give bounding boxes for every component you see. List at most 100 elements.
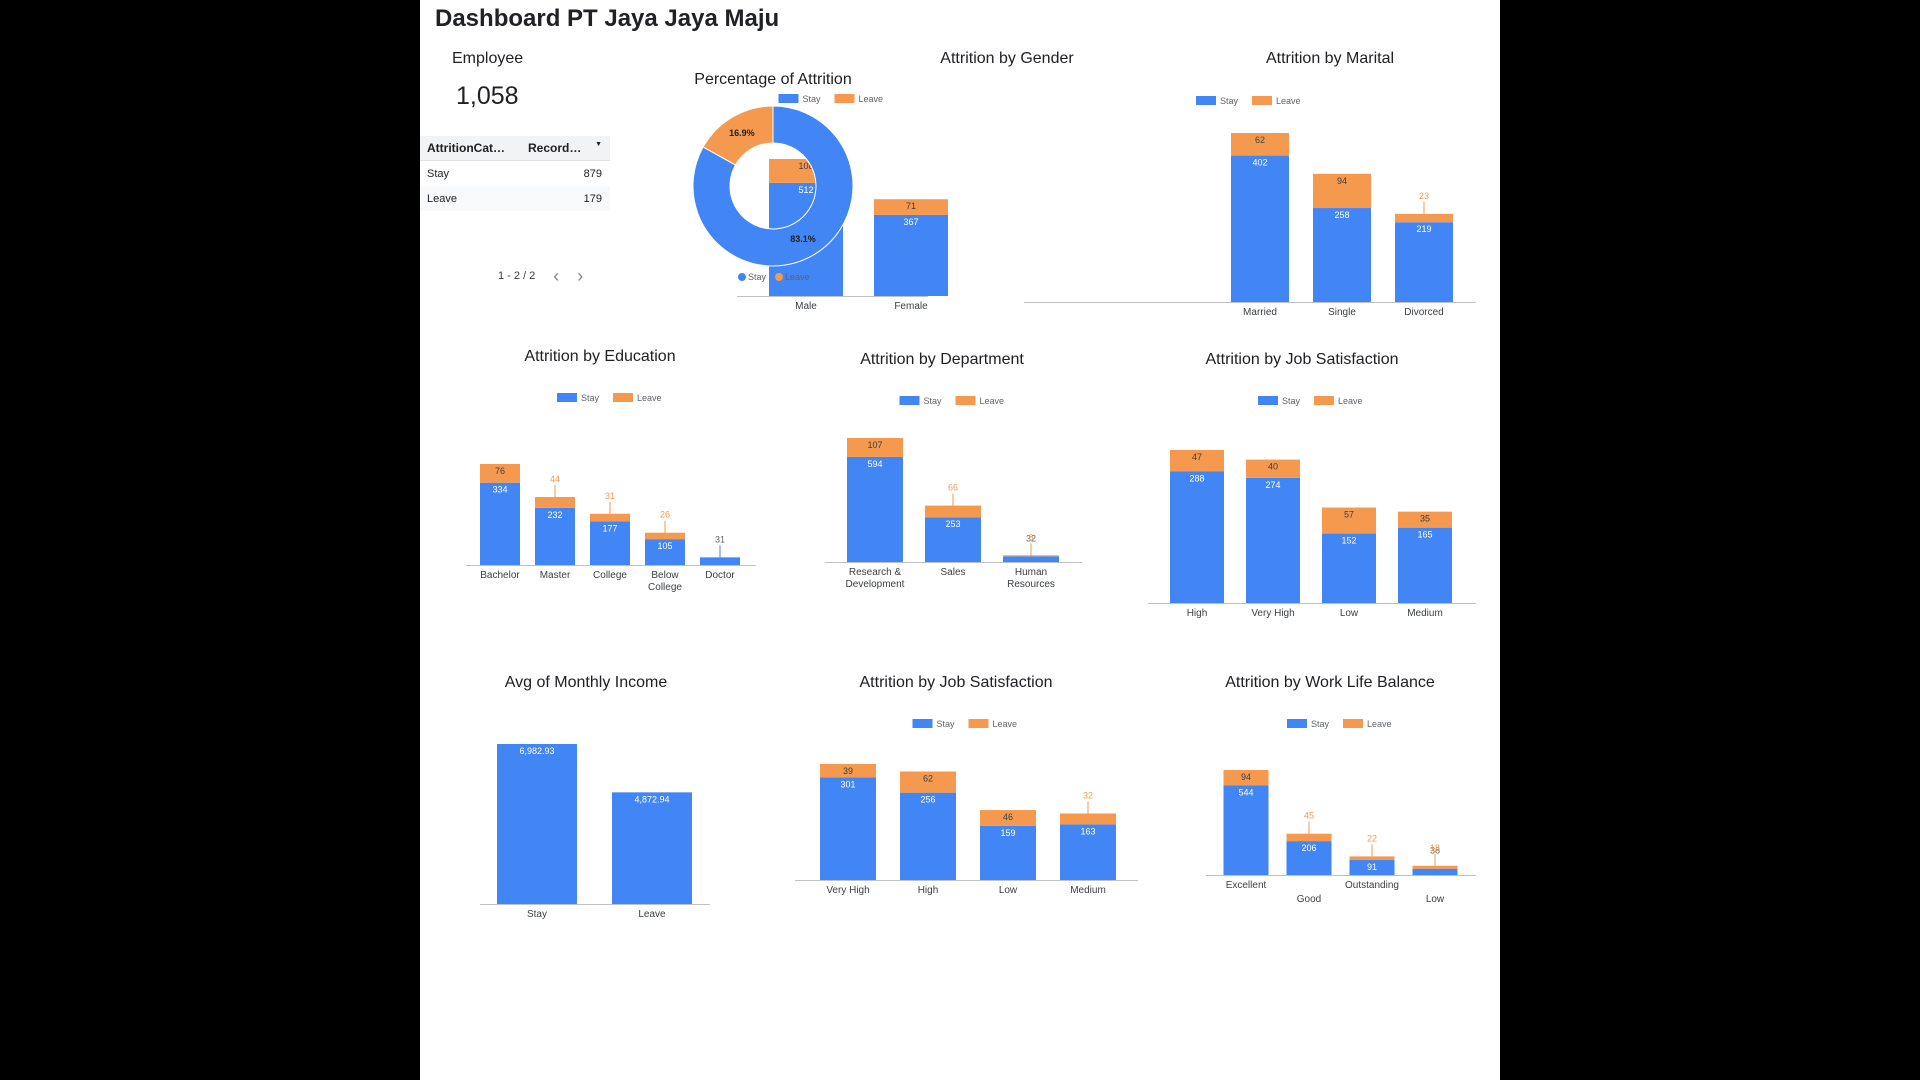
legend-dot-leave <box>775 273 783 281</box>
x-tick-label: Sales <box>940 567 965 578</box>
bar <box>612 792 692 904</box>
legend-swatch-stay <box>1196 96 1216 105</box>
legend-swatch-leave <box>1314 396 1334 405</box>
data-label: 39 <box>843 766 853 776</box>
data-label: 301 <box>840 779 855 789</box>
legend-swatch-leave <box>613 393 633 402</box>
data-label: 18 <box>1430 843 1440 853</box>
data-label: 219 <box>1416 224 1431 234</box>
data-label: 91 <box>1367 862 1377 872</box>
chart-legend: Stay Leave <box>1287 719 1392 729</box>
bar-segment-leave <box>925 505 981 518</box>
data-label: 44 <box>550 474 560 484</box>
data-label: 31 <box>715 534 725 544</box>
data-label: 4,872.94 <box>634 794 669 804</box>
bar-segment-stay <box>480 482 520 565</box>
legend-swatch-leave <box>968 719 989 728</box>
x-tick-label: College <box>648 582 682 593</box>
x-tick-label: Low <box>1426 894 1445 905</box>
legend-swatch-stay <box>557 393 577 402</box>
x-tick-label: Female <box>894 301 928 312</box>
bar-segment-stay <box>847 456 903 562</box>
x-tick-label: Divorced <box>1404 307 1443 318</box>
legend-swatch-leave <box>1343 719 1363 728</box>
bar-segment-stay <box>1223 785 1269 875</box>
legend-dot-stay <box>738 273 746 281</box>
x-tick-label: Bachelor <box>480 570 520 581</box>
data-label: 288 <box>1189 473 1204 483</box>
chart-legend: Stay Leave <box>557 393 662 403</box>
bar-segment-leave <box>1003 555 1059 557</box>
data-label: 206 <box>1301 843 1316 853</box>
data-label: 94 <box>1241 772 1251 782</box>
legend-label-stay: Stay <box>1311 719 1330 729</box>
data-label: 26 <box>660 510 670 520</box>
data-label: 253 <box>945 519 960 529</box>
legend-swatch-leave <box>955 396 976 405</box>
data-label: 94 <box>1337 176 1347 186</box>
donut-percent-label: 16.9% <box>729 128 755 138</box>
data-label: 71 <box>906 201 916 211</box>
data-label: 45 <box>1304 811 1314 821</box>
bar-segment-leave <box>645 532 685 540</box>
x-tick-label: Low <box>999 885 1018 896</box>
data-label: 177 <box>602 523 617 533</box>
data-label: 163 <box>1080 826 1095 836</box>
data-label: 31 <box>605 491 615 501</box>
data-label: 594 <box>867 459 882 469</box>
data-label: 47 <box>1192 452 1202 462</box>
data-label: 274 <box>1265 480 1280 490</box>
legend-label-stay: Stay <box>581 393 600 403</box>
data-label: 57 <box>1344 510 1354 520</box>
data-label: 512 <box>798 185 813 195</box>
data-label: 76 <box>495 466 505 476</box>
data-label: 258 <box>1334 210 1349 220</box>
data-label: 402 <box>1252 158 1267 168</box>
data-label: 367 <box>903 217 918 227</box>
x-tick-label: Very High <box>1251 608 1294 619</box>
legend-label-leave: Leave <box>637 393 662 403</box>
bar-segment-stay <box>820 777 876 880</box>
legend-label-stay: Stay <box>937 719 956 729</box>
bar-segment-leave <box>1060 813 1116 825</box>
charts-canvas: Stay Leave512108Male36771FemaleStay Leave4… <box>466 94 1476 920</box>
data-label: 544 <box>1238 787 1253 797</box>
x-tick-label: Doctor <box>705 570 735 581</box>
x-tick-label: Resources <box>1007 579 1055 590</box>
x-tick-label: Medium <box>1407 608 1443 619</box>
legend-label-leave: Leave <box>980 396 1005 406</box>
bar-segment-stay <box>1231 155 1289 302</box>
x-tick-label: Married <box>1243 307 1277 318</box>
data-label: 22 <box>1367 833 1377 843</box>
legend-swatch-stay <box>1287 719 1307 728</box>
data-label: 6 <box>1028 532 1033 542</box>
data-label: 159 <box>1000 828 1015 838</box>
bar-segment-leave <box>1412 865 1458 869</box>
bar-segment-leave <box>535 497 575 508</box>
legend-label-leave: Leave <box>1276 96 1301 106</box>
legend-swatch-stay <box>912 719 933 728</box>
data-label: 32 <box>1083 790 1093 800</box>
legend-label-stay: Stay <box>924 396 943 406</box>
x-tick-label: Good <box>1297 894 1321 905</box>
bar-segment-leave <box>1395 213 1453 223</box>
chart-legend: Stay Leave <box>1258 396 1363 406</box>
x-tick-label: Master <box>540 570 571 581</box>
bar-segment-stay <box>700 557 740 565</box>
x-tick-label: Male <box>795 301 817 312</box>
bar-segment-leave <box>590 513 630 522</box>
legend-label-stay: Stay <box>1220 96 1239 106</box>
data-label: 23 <box>1419 191 1429 201</box>
chart-legend: Stay Leave <box>1196 96 1301 106</box>
x-tick-label: High <box>1187 608 1208 619</box>
bar-segment-stay <box>1412 868 1458 875</box>
x-tick-label: Leave <box>638 909 666 920</box>
bar <box>497 744 577 904</box>
x-tick-label: Stay <box>527 909 547 920</box>
x-tick-label: Excellent <box>1226 880 1267 891</box>
x-tick-label: Very High <box>826 885 869 896</box>
x-tick-label: Research & <box>849 567 902 578</box>
bar-segment-leave <box>1349 856 1395 861</box>
legend-label-leave: Leave <box>785 272 810 282</box>
data-label: 62 <box>1255 135 1265 145</box>
